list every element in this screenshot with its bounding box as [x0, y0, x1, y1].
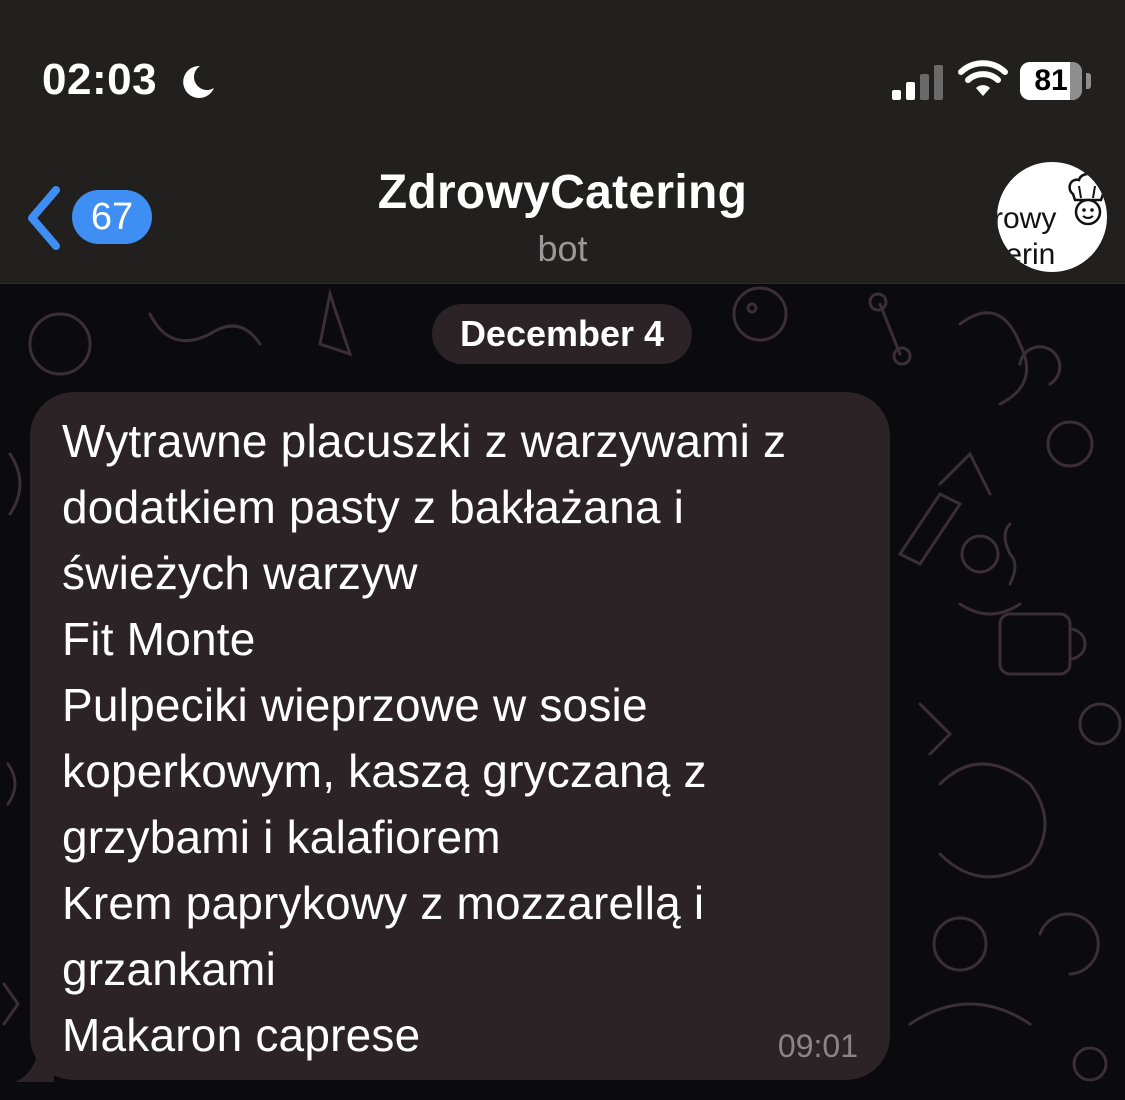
chat-subtitle: bot: [537, 228, 588, 269]
chat-header: 02:03 81 67 ZdrowyCatering bot rowy teri…: [0, 0, 1125, 284]
message-line: Wytrawne placuszki z warzywami z: [62, 415, 787, 467]
wifi-icon: [958, 60, 1008, 96]
message-line: grzybami i kalafiorem: [62, 811, 501, 863]
chat-title[interactable]: ZdrowyCatering: [250, 165, 875, 220]
message-bubble[interactable]: Wytrawne placuszki z warzywami z dodatki…: [30, 392, 890, 1080]
status-time: 02:03: [42, 55, 158, 104]
message-line: koperkowym, kaszą gryczaną z: [62, 745, 707, 797]
battery-cap: [1086, 73, 1091, 89]
chat-area[interactable]: December 4 Wytrawne placuszki z warzywam…: [0, 284, 1125, 1100]
date-separator: December 4: [432, 304, 692, 364]
avatar-text-line1: rowy: [997, 202, 1057, 235]
message-timestamp: 09:01: [777, 1028, 858, 1064]
message-line: grzankami: [62, 943, 276, 995]
message-line: świeżych warzyw: [62, 547, 418, 599]
telegram-chat-screen: 02:03 81 67 ZdrowyCatering bot rowy teri…: [0, 0, 1125, 1100]
message-line: Fit Monte: [62, 613, 256, 665]
avatar[interactable]: rowy terin: [997, 162, 1107, 272]
message-line: dodatkiem pasty z bakłażana i: [62, 481, 685, 533]
avatar-text-line2: terin: [997, 238, 1056, 271]
back-button[interactable]: 67: [22, 180, 162, 256]
message-line: Pulpeciki wieprzowe w sosie: [62, 679, 648, 731]
moon-icon: [183, 65, 214, 98]
battery-icon: 81: [1020, 62, 1082, 100]
chef-icon: [1068, 172, 1107, 226]
chevron-left-icon: [28, 186, 60, 250]
unread-count-badge: 67: [72, 190, 152, 244]
cellular-signal-icon: [892, 65, 943, 100]
message-line: Krem paprykowy z mozzarellą i: [62, 877, 705, 929]
message-line: Makaron caprese: [62, 1009, 421, 1061]
battery-percent: 81: [1034, 64, 1068, 97]
